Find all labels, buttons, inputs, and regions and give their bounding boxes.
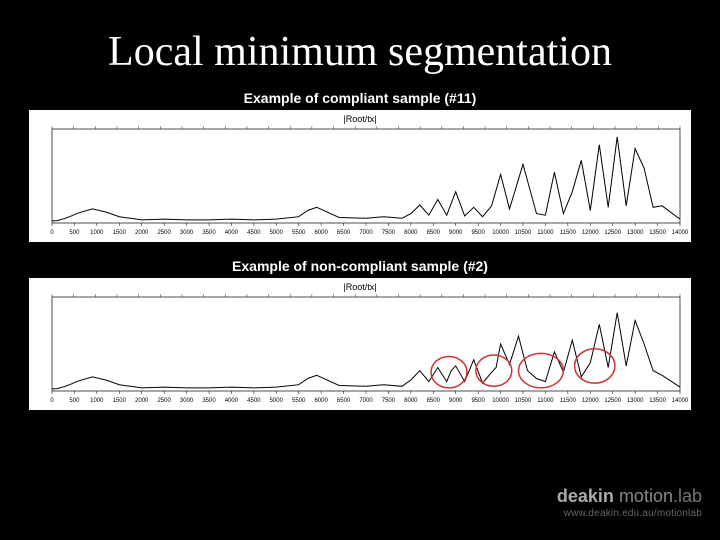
watermark-suffix: .lab: [673, 486, 702, 506]
svg-text:500: 500: [69, 230, 80, 236]
svg-text:4500: 4500: [247, 398, 261, 404]
svg-text:13500: 13500: [649, 230, 666, 236]
svg-text:13000: 13000: [627, 398, 644, 404]
svg-text:8500: 8500: [427, 398, 441, 404]
svg-text:6000: 6000: [314, 230, 328, 236]
svg-text:11500: 11500: [560, 230, 577, 236]
svg-text:7500: 7500: [382, 230, 396, 236]
svg-text:14000: 14000: [672, 230, 689, 236]
svg-text:10000: 10000: [492, 230, 509, 236]
watermark: deakin motion.lab www.deakin.edu.au/moti…: [557, 486, 702, 520]
svg-text:1000: 1000: [90, 230, 104, 236]
svg-text:2000: 2000: [135, 398, 149, 404]
svg-text:5000: 5000: [270, 398, 284, 404]
chart2-container: |Root/tx| 0 500 1000 1500 2000 2500 3000 3500 400…: [29, 278, 691, 410]
svg-text:9500: 9500: [471, 398, 485, 404]
svg-text:3000: 3000: [180, 398, 194, 404]
svg-text:9000: 9000: [449, 398, 463, 404]
svg-text:1000: 1000: [90, 398, 104, 404]
svg-text:11000: 11000: [537, 398, 554, 404]
svg-text:|Root/tx|: |Root/tx|: [343, 114, 376, 124]
svg-text:5500: 5500: [292, 230, 306, 236]
slide: Local minimum segmentation Example of co…: [0, 0, 720, 540]
slide-title: Local minimum segmentation: [0, 0, 720, 82]
svg-text:7500: 7500: [382, 398, 396, 404]
svg-text:0: 0: [50, 230, 54, 236]
svg-text:11000: 11000: [537, 230, 554, 236]
svg-text:13500: 13500: [649, 398, 666, 404]
chart2-svg: |Root/tx| 0 500 1000 1500 2000 2500 3000 3500 400…: [30, 279, 690, 409]
chart2-caption: Example of non-compliant sample (#2): [0, 258, 720, 274]
svg-text:7000: 7000: [359, 230, 373, 236]
svg-text:11500: 11500: [560, 398, 577, 404]
watermark-word: motion: [619, 486, 673, 506]
watermark-brand: deakin: [557, 486, 614, 506]
svg-text:12000: 12000: [582, 398, 599, 404]
svg-text:5500: 5500: [292, 398, 306, 404]
svg-text:9000: 9000: [449, 230, 463, 236]
svg-text:8000: 8000: [404, 230, 418, 236]
svg-text:2500: 2500: [157, 398, 171, 404]
svg-text:2000: 2000: [135, 230, 149, 236]
svg-text:4500: 4500: [247, 230, 261, 236]
svg-text:10500: 10500: [515, 230, 532, 236]
svg-text:0: 0: [50, 398, 54, 404]
svg-text:13000: 13000: [627, 230, 644, 236]
svg-text:3500: 3500: [202, 398, 216, 404]
svg-text:4000: 4000: [225, 398, 239, 404]
watermark-url: www.deakin.edu.au/motionlab: [557, 508, 702, 520]
svg-text:9500: 9500: [471, 230, 485, 236]
svg-text:12500: 12500: [604, 230, 621, 236]
chart1-container: |Root/tx| 0 500 1000 1500 2000 2500 3000 3500 400…: [29, 110, 691, 242]
svg-text:8000: 8000: [404, 398, 418, 404]
svg-text:|Root/tx|: |Root/tx|: [343, 282, 376, 292]
svg-text:5000: 5000: [270, 230, 284, 236]
svg-text:14000: 14000: [672, 398, 689, 404]
chart1-svg: |Root/tx| 0 500 1000 1500 2000 2500 3000 3500 400…: [30, 111, 690, 241]
svg-text:2500: 2500: [157, 230, 171, 236]
svg-text:4000: 4000: [225, 230, 239, 236]
svg-text:10000: 10000: [492, 398, 509, 404]
svg-text:1500: 1500: [113, 230, 127, 236]
svg-text:7000: 7000: [359, 398, 373, 404]
watermark-main: deakin motion.lab: [557, 486, 702, 508]
svg-text:12000: 12000: [582, 230, 599, 236]
svg-text:8500: 8500: [427, 230, 441, 236]
svg-text:3500: 3500: [202, 230, 216, 236]
svg-text:6000: 6000: [314, 398, 328, 404]
svg-text:1500: 1500: [113, 398, 127, 404]
svg-text:10500: 10500: [515, 398, 532, 404]
svg-text:6500: 6500: [337, 398, 351, 404]
svg-text:3000: 3000: [180, 230, 194, 236]
svg-text:12500: 12500: [604, 398, 621, 404]
svg-text:6500: 6500: [337, 230, 351, 236]
chart1-caption: Example of compliant sample (#11): [0, 90, 720, 106]
svg-text:500: 500: [69, 398, 80, 404]
